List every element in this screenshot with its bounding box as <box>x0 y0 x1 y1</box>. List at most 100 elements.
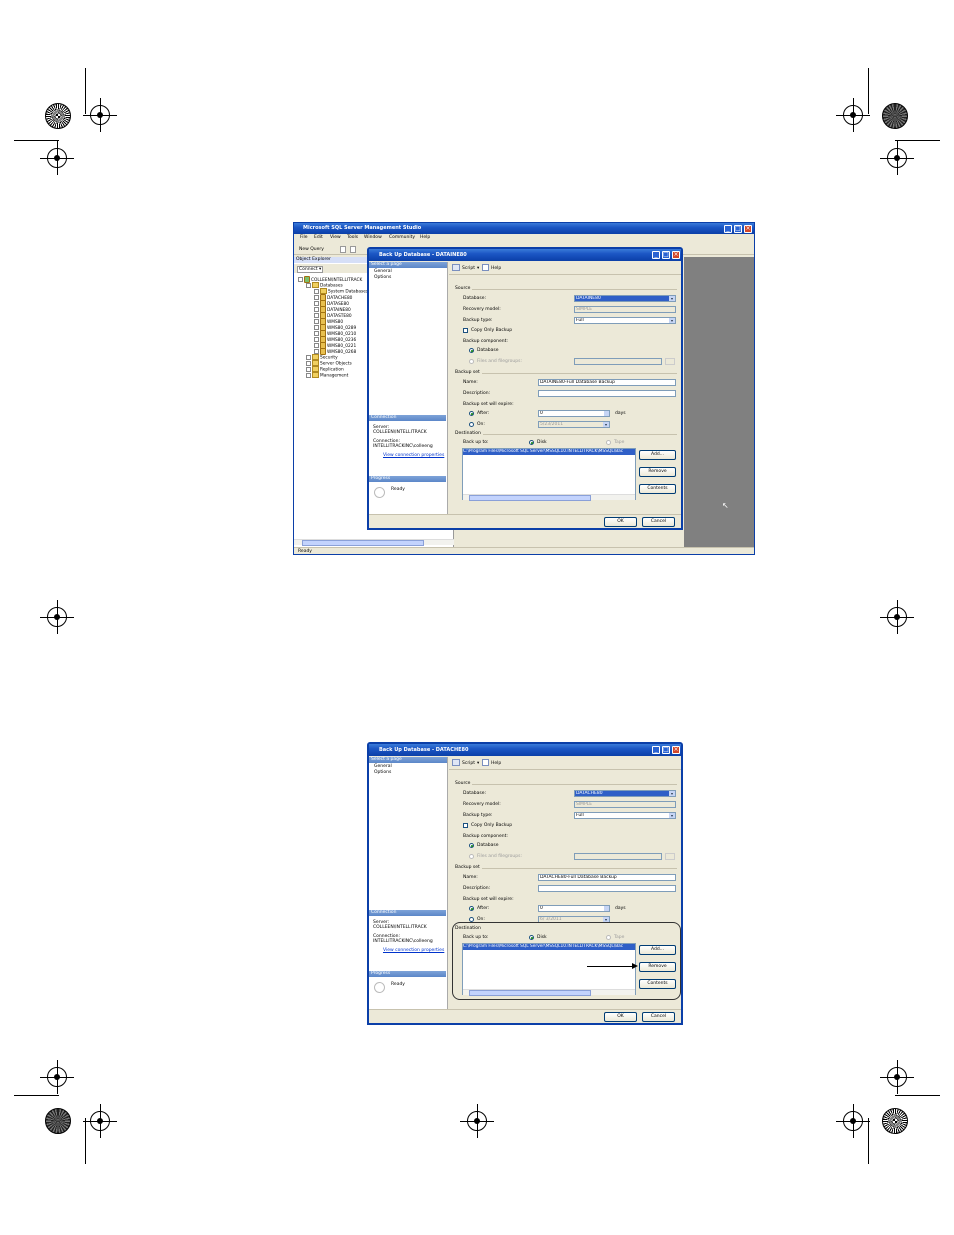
page-options[interactable]: Options <box>374 770 391 775</box>
connect-button[interactable]: Connect ▾ <box>297 266 324 273</box>
help-icon[interactable] <box>482 264 489 271</box>
script-button[interactable]: Script <box>462 761 475 766</box>
menu-community[interactable]: Community <box>389 235 415 240</box>
mdi-background <box>684 257 754 547</box>
page-general[interactable]: General <box>374 269 392 274</box>
maximize-button[interactable]: □ <box>734 225 742 233</box>
registration-mark-icon <box>40 600 74 634</box>
component-database-radio[interactable] <box>469 843 474 848</box>
script-icon[interactable] <box>452 759 460 766</box>
open-file-icon[interactable] <box>340 246 346 253</box>
view-connection-properties-link[interactable]: View connection properties <box>383 948 444 953</box>
component-files-label: Files and filegroups: <box>477 854 522 859</box>
disk-radio[interactable] <box>529 935 534 940</box>
script-icon[interactable] <box>452 264 460 271</box>
help-icon[interactable] <box>482 759 489 766</box>
server-value: COLLEEN\INTELLITRACK <box>373 430 427 435</box>
registration-mark-icon <box>836 1104 870 1138</box>
cancel-button[interactable]: Cancel <box>642 517 675 527</box>
expire-after-radio[interactable] <box>469 411 474 416</box>
backup-set-group: Backup set <box>455 865 482 870</box>
maximize-button[interactable]: □ <box>662 251 670 259</box>
horizontal-scrollbar[interactable] <box>294 539 454 546</box>
registration-mark-icon <box>83 98 117 132</box>
help-button[interactable]: Help <box>491 266 501 271</box>
page-general[interactable]: General <box>374 764 392 769</box>
copy-only-checkbox[interactable] <box>463 823 468 828</box>
backup-type-combo[interactable]: Full ▾ <box>574 317 676 324</box>
expire-on-radio[interactable] <box>469 422 474 427</box>
remove-button[interactable]: Remove <box>639 962 676 972</box>
browse-files-button <box>665 853 675 860</box>
recovery-model-label: Recovery model: <box>463 307 501 312</box>
view-connection-properties-link[interactable]: View connection properties <box>383 453 444 458</box>
backup-component-label: Backup component: <box>463 339 508 344</box>
menu-view[interactable]: View <box>330 235 341 240</box>
destination-list[interactable]: C:\Program Files\Microsoft SQL Server\MS… <box>462 943 636 996</box>
after-days-stepper[interactable]: 0 <box>538 410 610 417</box>
menu-file[interactable]: File <box>300 235 308 240</box>
close-button[interactable]: × <box>672 746 680 754</box>
close-button[interactable]: × <box>672 251 680 259</box>
horizontal-scrollbar[interactable] <box>463 494 635 501</box>
new-query-button[interactable]: New Query <box>299 247 324 252</box>
expire-after-radio[interactable] <box>469 906 474 911</box>
minimize-button[interactable]: _ <box>724 225 732 233</box>
add-button[interactable]: Add... <box>639 945 676 955</box>
script-button[interactable]: Script <box>462 266 475 271</box>
ok-button[interactable]: OK <box>604 1012 637 1022</box>
backup-name-field[interactable]: DATACHE80-Full Database Backup <box>538 874 676 881</box>
database-combo[interactable]: DATAINE80 ▾ <box>574 295 676 302</box>
contents-button[interactable]: Contents <box>639 979 676 989</box>
description-label: Description: <box>463 886 491 891</box>
recovery-model-label: Recovery model: <box>463 802 501 807</box>
component-files-radio <box>469 854 474 859</box>
backup-type-combo[interactable]: Full ▾ <box>574 812 676 819</box>
server-value: COLLEEN\INTELLITRACK <box>373 925 427 930</box>
copy-only-checkbox[interactable] <box>463 328 468 333</box>
destination-list[interactable]: C:\Program Files\Microsoft SQL Server\MS… <box>462 448 636 501</box>
after-label: After: <box>477 411 490 416</box>
mouse-cursor-icon: ↖ <box>722 501 729 510</box>
connection-value: INTELLITRACKINC\colleeng <box>373 939 433 944</box>
copy-only-label: Copy Only Backup <box>471 328 513 333</box>
destination-path-item[interactable]: C:\Program Files\Microsoft SQL Server\MS… <box>463 944 635 950</box>
maximize-button[interactable]: □ <box>662 746 670 754</box>
files-filegroups-field <box>574 853 662 860</box>
backup-name-field[interactable]: DATAINE80-Full Database Backup <box>538 379 676 386</box>
registration-mark-icon <box>460 1104 494 1138</box>
new-file-icon[interactable] <box>350 246 356 253</box>
registration-mark-icon <box>40 1060 74 1094</box>
progress-header: Progress <box>369 971 446 977</box>
select-page-header: Select a page <box>369 262 447 268</box>
destination-group: Destination <box>455 431 483 436</box>
description-field[interactable] <box>538 885 676 892</box>
disk-radio[interactable] <box>529 440 534 445</box>
cancel-button[interactable]: Cancel <box>642 1012 675 1022</box>
component-database-radio[interactable] <box>469 348 474 353</box>
browse-files-button <box>665 358 675 365</box>
remove-button[interactable]: Remove <box>639 467 676 477</box>
contents-button[interactable]: Contents <box>639 484 676 494</box>
menu-tools[interactable]: Tools <box>347 235 358 240</box>
help-button[interactable]: Help <box>491 761 501 766</box>
ok-button[interactable]: OK <box>604 517 637 527</box>
page-options[interactable]: Options <box>374 275 391 280</box>
menu-window[interactable]: Window <box>364 235 382 240</box>
after-label: After: <box>477 906 490 911</box>
minimize-button[interactable]: _ <box>652 251 660 259</box>
description-field[interactable] <box>538 390 676 397</box>
menu-help[interactable]: Help <box>420 235 430 240</box>
tree-management[interactable]: Management <box>306 372 348 379</box>
destination-path-item[interactable]: C:\Program Files\Microsoft SQL Server\MS… <box>463 449 635 455</box>
dialog-title: Back Up Database - DATAINE80 <box>379 252 467 258</box>
add-button[interactable]: Add... <box>639 450 676 460</box>
back-up-to-label: Back up to: <box>463 935 489 940</box>
close-button[interactable]: × <box>744 225 752 233</box>
component-files-radio <box>469 359 474 364</box>
menu-edit[interactable]: Edit <box>314 235 323 240</box>
minimize-button[interactable]: _ <box>652 746 660 754</box>
after-days-stepper[interactable]: 0 <box>538 905 610 912</box>
horizontal-scrollbar[interactable] <box>463 989 635 996</box>
database-combo[interactable]: DATACHE80 ▾ <box>574 790 676 797</box>
